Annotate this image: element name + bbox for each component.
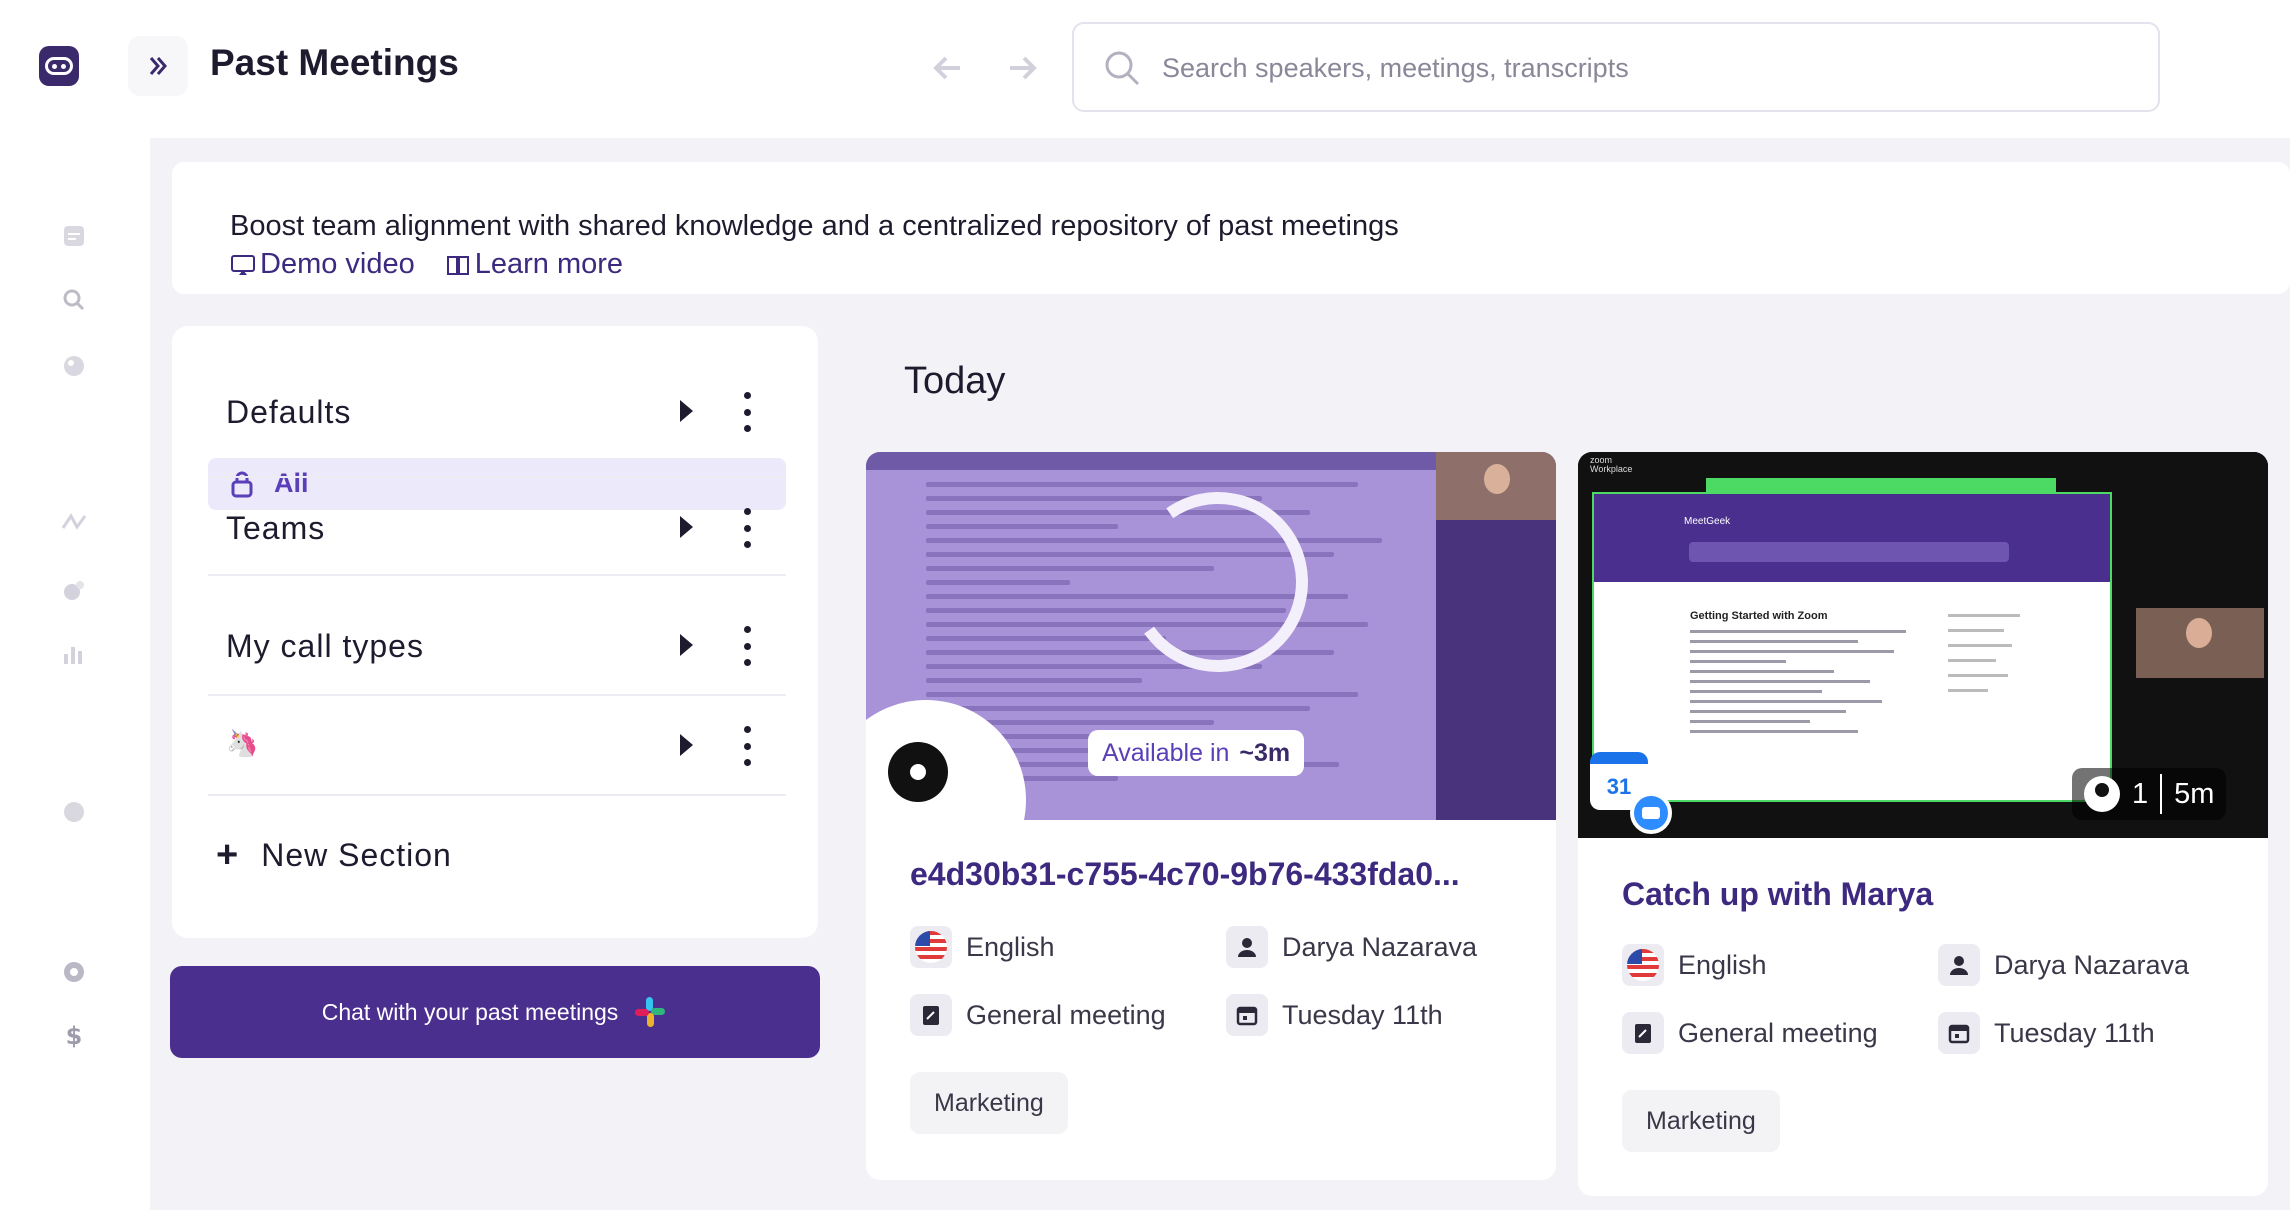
caret-right-icon[interactable] <box>680 634 693 656</box>
new-section-button[interactable]: + New Section <box>216 830 452 880</box>
globe-icon[interactable] <box>58 350 90 382</box>
settings-icon[interactable] <box>58 956 90 988</box>
search-bar <box>1072 22 2160 112</box>
more-options-icon[interactable] <box>742 726 752 766</box>
double-chevron-right-icon <box>149 57 167 75</box>
zoom-icon <box>1630 792 1672 834</box>
section-teams[interactable]: Teams <box>208 476 786 576</box>
notes-icon[interactable] <box>58 220 90 252</box>
us-flag-icon <box>915 931 947 963</box>
slack-icon <box>635 997 666 1027</box>
meeting-tag[interactable]: Marketing <box>1622 1090 1780 1152</box>
meeting-language: English <box>910 926 1055 968</box>
monitor-play-icon <box>231 254 255 275</box>
bar-chart-icon[interactable] <box>58 638 90 670</box>
person-icon <box>1950 956 1968 975</box>
new-section-label: New Section <box>261 836 452 873</box>
app-logo[interactable] <box>39 46 79 86</box>
sections-panel: Defaults All Teams My call types 🦄 + New… <box>172 326 818 938</box>
page-title: Past Meetings <box>210 42 459 83</box>
main-content: Boost team alignment with shared knowled… <box>150 138 2290 1210</box>
demo-video-label: Demo video <box>260 248 415 280</box>
banner-text: Boost team alignment with shared knowled… <box>230 210 1399 242</box>
section-label: Teams <box>226 510 326 546</box>
expand-sidebar-button[interactable] <box>128 36 188 96</box>
today-heading: Today <box>904 360 1006 402</box>
info-banner: Boost team alignment with shared knowled… <box>172 162 2290 294</box>
meeting-stats: 1 5m <box>2072 768 2227 820</box>
more-options-icon[interactable] <box>742 508 752 548</box>
section-my-call-types[interactable]: My call types <box>208 596 786 696</box>
meeting-organizer: Darya Nazarava <box>1938 944 2189 986</box>
clipboard-edit-icon <box>1635 1024 1651 1043</box>
forward-arrow-icon[interactable] <box>1000 46 1044 90</box>
meeting-thumbnail[interactable]: zoom Workplace MeetGeek Getting Started w… <box>1578 452 2268 838</box>
participant-count: 1 <box>2132 777 2149 810</box>
meeting-thumbnail[interactable]: Available in ~3m <box>866 452 1556 820</box>
learn-more-link[interactable]: Learn more <box>445 248 623 281</box>
book-icon <box>446 255 469 275</box>
meeting-title[interactable]: Catch up with Marya <box>1622 876 2232 913</box>
unicorn-emoji: 🦄 <box>226 728 260 758</box>
participants-icon <box>2084 776 2120 812</box>
back-arrow-icon[interactable] <box>926 46 970 90</box>
caret-right-icon[interactable] <box>680 400 693 422</box>
recording-icon <box>888 742 948 802</box>
search-icon[interactable] <box>58 284 90 316</box>
meeting-language: English <box>1622 944 1767 986</box>
more-options-icon[interactable] <box>742 392 752 432</box>
meeting-card[interactable]: Available in ~3m e4d30b31-c755-4c70-9b76… <box>866 452 1556 1180</box>
shared-screen: MeetGeek Getting Started with Zoom <box>1592 492 2112 802</box>
meeting-tag[interactable]: Marketing <box>910 1072 1068 1134</box>
meeting-date: Tuesday 11th <box>1226 994 1443 1036</box>
more-options-icon[interactable] <box>742 626 752 666</box>
meeting-type: General meeting <box>1622 1012 1878 1054</box>
participant-video <box>2136 608 2264 678</box>
search-icon <box>1105 51 1140 86</box>
meeting-type: General meeting <box>910 994 1166 1036</box>
section-unicorn[interactable]: 🦄 <box>208 696 786 796</box>
section-defaults[interactable]: Defaults <box>208 362 786 462</box>
user-icon[interactable] <box>58 796 90 828</box>
meeting-title[interactable]: e4d30b31-c755-4c70-9b76-433fda0... <box>910 856 1520 893</box>
learn-more-label: Learn more <box>474 248 624 280</box>
meeting-organizer: Darya Nazarava <box>1226 926 1477 968</box>
top-bar: Past Meetings <box>120 0 2290 138</box>
us-flag-icon <box>1627 949 1659 981</box>
meeting-date: Tuesday 11th <box>1938 1012 2155 1054</box>
demo-video-link[interactable]: Demo video <box>230 248 415 281</box>
left-rail: $ <box>0 0 150 1210</box>
availability-label: Available in <box>1102 738 1230 767</box>
search-input[interactable] <box>1162 44 2122 92</box>
chat-past-meetings-button[interactable]: Chat with your past meetings <box>170 966 820 1058</box>
participant-video <box>1436 452 1556 520</box>
shuffle-icon[interactable] <box>58 506 90 538</box>
chart-bubble-icon[interactable] <box>58 574 90 606</box>
section-label: My call types <box>226 628 424 664</box>
meeting-duration: 5m <box>2174 777 2215 810</box>
svg-text:$: $ <box>66 1022 83 1050</box>
meeting-card[interactable]: zoom Workplace MeetGeek Getting Started w… <box>1578 452 2268 1196</box>
section-label: Defaults <box>226 394 352 430</box>
calendar-icon <box>1948 1024 1970 1044</box>
clipboard-edit-icon <box>923 1006 939 1025</box>
dollar-icon[interactable]: $ <box>58 1020 90 1052</box>
availability-eta: ~3m <box>1239 738 1291 767</box>
plus-icon: + <box>216 833 240 876</box>
caret-right-icon[interactable] <box>680 734 693 756</box>
availability-badge: Available in ~3m <box>1088 730 1305 776</box>
calendar-icon <box>1236 1006 1258 1026</box>
person-icon <box>1238 938 1256 957</box>
chat-button-label: Chat with your past meetings <box>321 998 619 1025</box>
caret-right-icon[interactable] <box>680 516 693 538</box>
